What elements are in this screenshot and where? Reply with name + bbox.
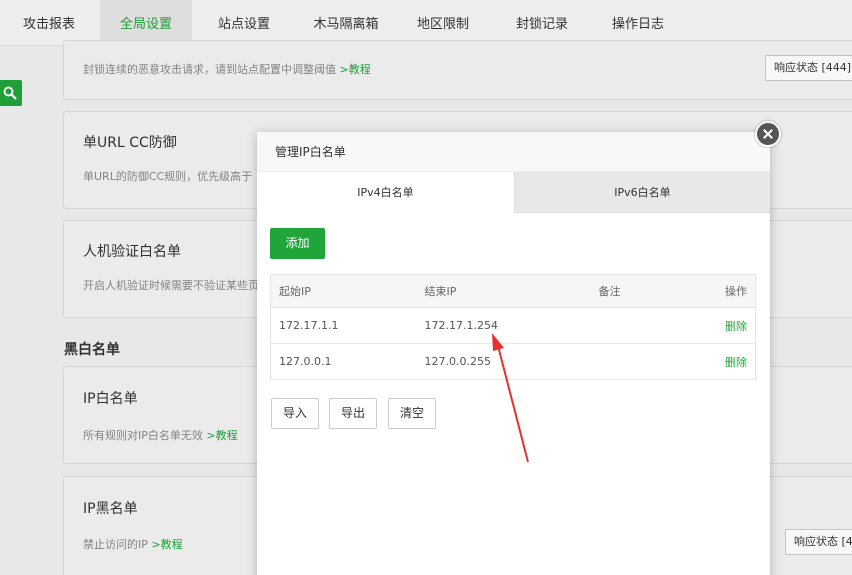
- remark-cell: [590, 343, 691, 380]
- start-ip-cell: 172.17.1.1: [270, 307, 417, 344]
- ip-whitelist-dialog: 管理IP白名单 IPv4白名单 IPv6白名单 添加 起始IP 结束IP 备注 …: [257, 132, 770, 575]
- tab-ipv6-whitelist[interactable]: IPv6白名单: [514, 172, 770, 213]
- export-button[interactable]: 导出: [329, 398, 378, 429]
- column-header-end-ip: 结束IP: [416, 274, 591, 308]
- tab-ipv4-whitelist[interactable]: IPv4白名单: [257, 172, 514, 213]
- action-cell: 删除: [690, 343, 756, 380]
- column-header-action: 操作: [690, 274, 756, 308]
- end-ip-cell: 172.17.1.254: [416, 307, 591, 344]
- table-row: 172.17.1.1 172.17.1.254 删除: [270, 307, 756, 344]
- close-icon[interactable]: [755, 121, 781, 147]
- clear-button[interactable]: 清空: [388, 398, 437, 429]
- add-button[interactable]: 添加: [270, 228, 325, 259]
- action-cell: 删除: [690, 307, 756, 344]
- remark-cell: [590, 307, 691, 344]
- dialog-title: 管理IP白名单: [257, 132, 770, 172]
- table-header-row: 起始IP 结束IP 备注 操作: [270, 274, 756, 308]
- column-header-start-ip: 起始IP: [270, 274, 417, 308]
- import-button[interactable]: 导入: [271, 398, 320, 429]
- column-header-remark: 备注: [590, 274, 691, 308]
- end-ip-cell: 127.0.0.255: [416, 343, 591, 380]
- ip-whitelist-table: 起始IP 结束IP 备注 操作 172.17.1.1 172.17.1.254 …: [270, 274, 756, 380]
- table-row: 127.0.0.1 127.0.0.255 删除: [270, 343, 756, 380]
- delete-link[interactable]: 删除: [725, 356, 747, 369]
- delete-link[interactable]: 删除: [725, 320, 747, 333]
- ip-version-tabs: IPv4白名单 IPv6白名单: [257, 172, 770, 213]
- start-ip-cell: 127.0.0.1: [270, 343, 417, 380]
